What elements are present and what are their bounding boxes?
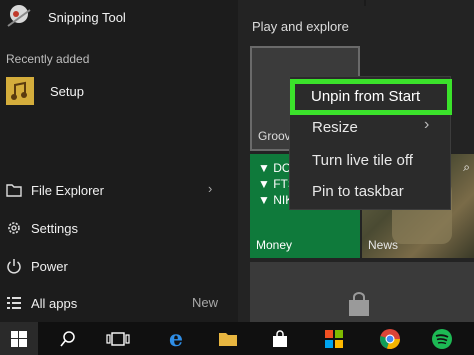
all-apps-item[interactable]: All apps New [0, 289, 238, 317]
menu-item-label: Resize [312, 118, 358, 136]
file-explorer-item[interactable]: File Explorer › [0, 176, 238, 204]
new-badge: New [192, 295, 219, 310]
taskbar: e [0, 322, 474, 355]
power-icon [5, 257, 23, 275]
menu-item-label: Pin to taskbar [312, 182, 404, 200]
turn-live-tile-off-menu-item[interactable]: Turn live tile off [290, 147, 450, 173]
file-explorer-icon[interactable] [210, 322, 246, 355]
power-label: Power [31, 258, 68, 274]
gear-icon [5, 219, 23, 237]
list-icon [5, 294, 23, 312]
snipping-tool-icon [4, 4, 34, 30]
down-arrow-icon: ▼ [258, 161, 274, 175]
tiles-section-header: Play and explore [252, 19, 349, 34]
settings-item[interactable]: Settings [0, 214, 238, 242]
menu-item-label: Unpin from Start [311, 88, 421, 105]
down-arrow-icon: ▼ [258, 193, 274, 207]
app-item-setup[interactable]: Setup [0, 76, 238, 106]
menu-item-label: Turn live tile off [312, 151, 413, 169]
app-item-snipping-tool[interactable]: Snipping Tool [0, 4, 238, 30]
search-icon[interactable] [50, 322, 86, 355]
recently-added-header: Recently added [6, 52, 90, 66]
money-tile-label: Money [256, 238, 293, 252]
windows-start-icon[interactable] [0, 322, 38, 355]
settings-label: Settings [31, 220, 78, 236]
start-menu-app-list: Snipping Tool Recently added Setup File … [0, 0, 238, 322]
store-tile[interactable] [250, 262, 474, 322]
setup-icon [6, 77, 34, 105]
pin-to-taskbar-menu-item[interactable]: Pin to taskbar [290, 178, 450, 204]
spotify-icon[interactable] [424, 322, 460, 355]
power-item[interactable]: Power [0, 252, 238, 280]
store-icon [346, 292, 372, 323]
unpin-from-start-menu-item[interactable]: Unpin from Start [290, 79, 452, 115]
groove-tile-label: Groov [258, 129, 291, 143]
store-icon[interactable] [262, 322, 298, 355]
resize-menu-item[interactable]: Resize › [290, 114, 450, 140]
app-label: Setup [50, 83, 84, 99]
top-tile-strip [238, 0, 474, 6]
chrome-icon[interactable] [372, 322, 408, 355]
windows-media-icon[interactable] [316, 322, 352, 355]
file-explorer-label: File Explorer [31, 182, 104, 198]
all-apps-label: All apps [31, 295, 78, 311]
chevron-right-icon: › [208, 181, 213, 196]
chevron-right-icon: › [424, 116, 430, 133]
news-tile-label: News [368, 238, 399, 252]
down-arrow-icon: ▼ [258, 177, 274, 191]
task-view-icon[interactable] [100, 322, 136, 355]
edge-logo: e [169, 325, 183, 352]
tile-divider [364, 0, 366, 6]
search-icon: ⌕ [463, 160, 470, 174]
edge-icon[interactable]: e [158, 322, 194, 355]
folder-icon [5, 181, 23, 199]
app-label: Snipping Tool [48, 9, 126, 25]
